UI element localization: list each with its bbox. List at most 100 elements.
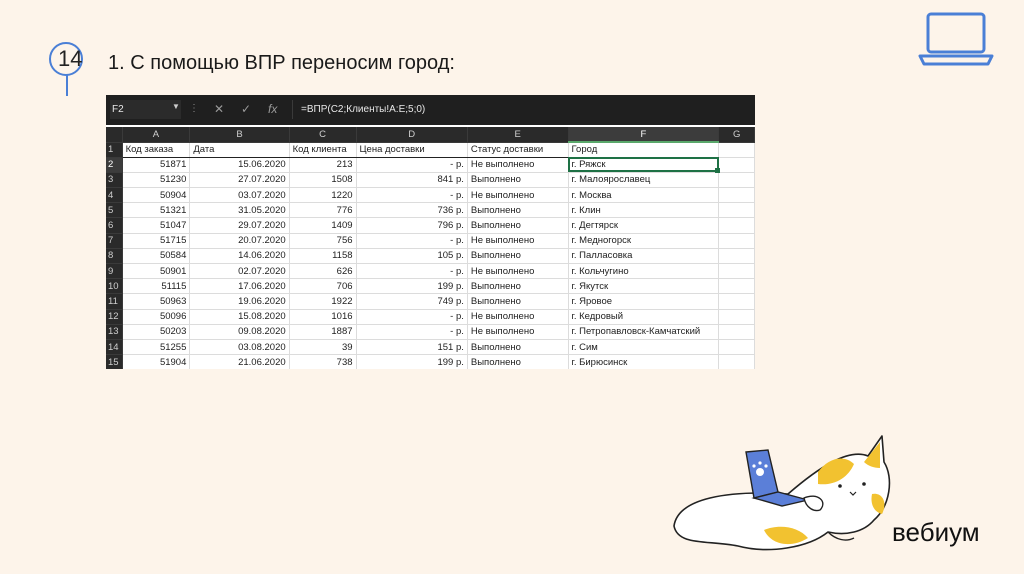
cell-empty[interactable] [718, 263, 755, 280]
cell-client-code[interactable]: 1220 [289, 187, 357, 204]
cell-client-code[interactable]: 1922 [289, 293, 357, 310]
cell-city[interactable]: г. Медногорск [568, 233, 720, 249]
row-header[interactable]: 1 [106, 142, 123, 158]
cell-delivery-price[interactable]: 841 р. [356, 172, 468, 189]
cell-order-code[interactable]: 50963 [122, 293, 191, 310]
cell-date[interactable]: 31.05.2020 [189, 202, 290, 219]
cell-date[interactable]: 17.06.2020 [189, 278, 290, 295]
cell-empty[interactable] [718, 187, 755, 204]
cell-client-code[interactable]: 1016 [289, 309, 357, 325]
cell-order-code[interactable]: 50096 [122, 309, 191, 325]
cell-client-code[interactable]: 213 [289, 157, 357, 173]
header-cell[interactable]: Дата [189, 142, 290, 158]
cell-city[interactable]: г. Клин [568, 202, 720, 219]
cell-city[interactable]: г. Якутск [568, 278, 720, 295]
cell-empty[interactable] [718, 354, 755, 369]
cell-order-code[interactable]: 50203 [122, 324, 191, 340]
row-header[interactable]: 3 [106, 172, 123, 189]
select-all-corner[interactable] [106, 127, 123, 143]
cell-city[interactable]: г. Палласовка [568, 248, 720, 265]
cell-order-code[interactable]: 51321 [122, 202, 191, 219]
cell-delivery-status[interactable]: Выполнено [467, 293, 569, 310]
cell-delivery-status[interactable]: Выполнено [467, 278, 569, 295]
cell-client-code[interactable]: 1887 [289, 324, 357, 340]
cell-delivery-price[interactable]: - р. [356, 324, 468, 340]
row-header[interactable]: 13 [106, 324, 123, 340]
cell-city[interactable]: г. Москва [568, 187, 720, 204]
cell-delivery-price[interactable]: 105 р. [356, 248, 468, 265]
cell-city[interactable]: г. Сим [568, 339, 720, 356]
row-header[interactable]: 10 [106, 278, 123, 295]
cell-delivery-status[interactable]: Не выполнено [467, 157, 569, 173]
cell-client-code[interactable]: 738 [289, 354, 357, 369]
cell-delivery-status[interactable]: Выполнено [467, 217, 569, 234]
row-header[interactable]: 2 [106, 157, 123, 173]
column-header-c[interactable]: C [289, 127, 357, 143]
confirm-check-icon[interactable]: ✓ [241, 102, 251, 116]
cell-delivery-price[interactable]: - р. [356, 187, 468, 204]
cell-city[interactable]: г. Дегтярск [568, 217, 720, 234]
row-header[interactable]: 9 [106, 263, 123, 280]
cell-date[interactable]: 21.06.2020 [189, 354, 290, 369]
header-cell[interactable]: Город [568, 142, 720, 158]
cell-order-code[interactable]: 51115 [122, 278, 191, 295]
header-cell[interactable]: Цена доставки [356, 142, 468, 158]
cell-delivery-price[interactable]: - р. [356, 157, 468, 173]
cell-date[interactable]: 02.07.2020 [189, 263, 290, 280]
fill-handle[interactable] [714, 168, 720, 174]
cell-order-code[interactable]: 51230 [122, 172, 191, 189]
cell-date[interactable]: 20.07.2020 [189, 233, 290, 249]
row-header[interactable]: 5 [106, 202, 123, 219]
cell-delivery-price[interactable]: 749 р. [356, 293, 468, 310]
cell-empty[interactable] [718, 339, 755, 356]
cell-delivery-status[interactable]: Не выполнено [467, 233, 569, 249]
cell-empty[interactable] [718, 202, 755, 219]
cell-date[interactable]: 19.06.2020 [189, 293, 290, 310]
cell-client-code[interactable]: 1158 [289, 248, 357, 265]
header-cell[interactable]: Код заказа [122, 142, 191, 158]
cell-empty[interactable] [718, 233, 755, 249]
cell-client-code[interactable]: 776 [289, 202, 357, 219]
cell-delivery-status[interactable]: Не выполнено [467, 263, 569, 280]
cell-delivery-price[interactable]: 736 р. [356, 202, 468, 219]
cell-order-code[interactable]: 51255 [122, 339, 191, 356]
cell-empty[interactable] [718, 293, 755, 310]
cell-empty[interactable] [718, 248, 755, 265]
cell-delivery-status[interactable]: Не выполнено [467, 324, 569, 340]
cell-order-code[interactable]: 51871 [122, 157, 191, 173]
cell-client-code[interactable]: 706 [289, 278, 357, 295]
cell-date[interactable]: 15.06.2020 [189, 157, 290, 173]
cell-order-code[interactable]: 51904 [122, 354, 191, 369]
cell-date[interactable]: 29.07.2020 [189, 217, 290, 234]
row-header[interactable]: 4 [106, 187, 123, 204]
cell-date[interactable]: 09.08.2020 [189, 324, 290, 340]
cell-delivery-status[interactable]: Не выполнено [467, 187, 569, 204]
cell-delivery-status[interactable]: Выполнено [467, 172, 569, 189]
cell-city[interactable]: г. Яровое [568, 293, 720, 310]
cell-delivery-status[interactable]: Выполнено [467, 202, 569, 219]
name-box[interactable]: F2 [110, 100, 181, 119]
row-header[interactable]: 7 [106, 233, 123, 249]
cell-date[interactable]: 15.08.2020 [189, 309, 290, 325]
cell-city[interactable]: г. Кольчугино [568, 263, 720, 280]
row-header[interactable]: 15 [106, 354, 123, 369]
cell-empty[interactable] [718, 278, 755, 295]
column-header-f[interactable]: F [568, 127, 720, 143]
cell-city[interactable]: г. Петропавловск-Камчатский [568, 324, 720, 340]
column-header-a[interactable]: A [122, 127, 191, 143]
row-header[interactable]: 14 [106, 339, 123, 356]
cell-order-code[interactable]: 51715 [122, 233, 191, 249]
cell-client-code[interactable]: 39 [289, 339, 357, 356]
cell-date[interactable]: 03.07.2020 [189, 187, 290, 204]
cell-order-code[interactable]: 50904 [122, 187, 191, 204]
cell-city[interactable]: г. Ряжск [568, 157, 720, 173]
column-header-b[interactable]: B [189, 127, 290, 143]
cell-client-code[interactable]: 756 [289, 233, 357, 249]
formula-input[interactable]: =ВПР(C2;Клиенты!A:E;5;0) [292, 100, 752, 119]
cell-delivery-status[interactable]: Не выполнено [467, 309, 569, 325]
cell-delivery-price[interactable]: 199 р. [356, 354, 468, 369]
cell-empty[interactable] [718, 217, 755, 234]
cell-date[interactable]: 27.07.2020 [189, 172, 290, 189]
cell-delivery-status[interactable]: Выполнено [467, 339, 569, 356]
cell-order-code[interactable]: 50901 [122, 263, 191, 280]
